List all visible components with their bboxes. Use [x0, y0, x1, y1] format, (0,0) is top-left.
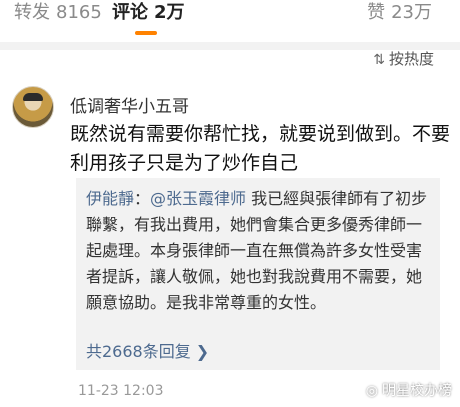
tab-like[interactable]: 赞 23万	[367, 0, 432, 34]
reply-preview-text: 伊能靜：@张玉霞律师 我已經與張律師有了初步聯繫，有我出費用，她們會集合更多優秀…	[86, 189, 428, 312]
comment-text: 既然说有需要你帮忙找，就要说到做到。不要利用孩子只是为了炒作自己	[70, 123, 451, 174]
reply-mention[interactable]: @张玉霞律师	[150, 189, 246, 208]
reply-body: 我已經與張律師有了初步聯繫，有我出費用，她們會集合更多優秀律師一起處理。本身張律…	[86, 189, 428, 312]
reply-preview[interactable]: 伊能靜：@张玉霞律师 我已經與張律師有了初步聯繫，有我出費用，她們會集合更多優秀…	[76, 178, 440, 370]
watermark-text: 明星校办榜	[382, 383, 452, 399]
tab-repost[interactable]: 转发 8165	[14, 0, 102, 34]
tab-repost-count: 8165	[56, 2, 102, 23]
watermark: ◎ 明星校办榜	[366, 380, 452, 400]
comment-username[interactable]: 低调奢华小五哥	[70, 92, 189, 117]
tab-like-label: 赞	[367, 2, 386, 23]
avatar[interactable]	[12, 86, 54, 128]
sort-icon: ⇅	[373, 52, 385, 68]
view-replies-link[interactable]: 共2668条回复 ❯	[86, 338, 209, 362]
tab-comment[interactable]: 评论 2万	[112, 0, 185, 34]
tab-repost-label: 转发	[14, 2, 50, 23]
tab-bar: 转发 8165 评论 2万 赞 23万	[0, 0, 460, 42]
sort-by-hot-button[interactable]: ⇅ 按热度	[373, 46, 434, 72]
tab-comment-count: 2万	[154, 2, 185, 23]
tab-like-count: 23万	[391, 2, 432, 23]
wechat-icon: ◎	[365, 383, 378, 399]
sort-label: 按热度	[388, 50, 434, 68]
reply-author[interactable]: 伊能靜	[86, 189, 134, 208]
tab-comment-label: 评论	[112, 2, 148, 23]
comment-timestamp: 11-23 12:03	[78, 383, 164, 399]
active-tab-indicator	[135, 31, 157, 35]
